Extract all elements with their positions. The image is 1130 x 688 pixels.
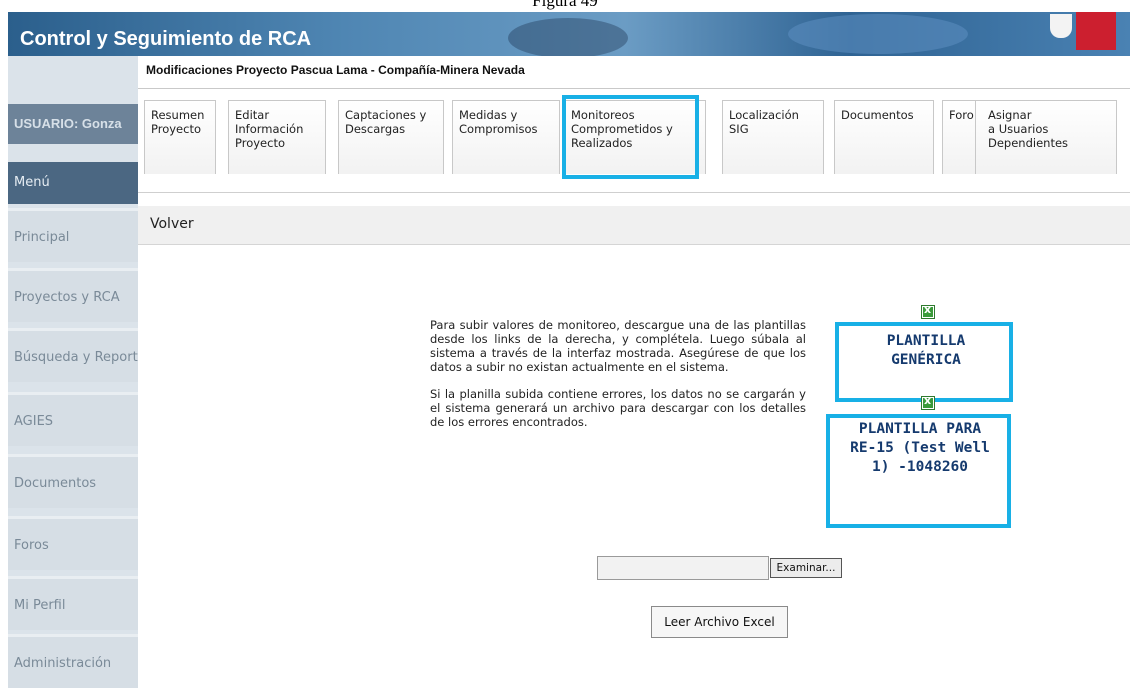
instructions-paragraph: Si la planilla subida contiene errores, … [430, 387, 806, 429]
instructions-paragraph: Para subir valores de monitoreo, descarg… [430, 318, 806, 374]
file-path-field[interactable] [597, 556, 769, 580]
user-label: USUARIO: Gonza [8, 104, 138, 144]
tab-asignar-usuarios[interactable]: Asignar a Usuarios Dependientes [975, 100, 1117, 174]
back-bar: Volver [138, 206, 1130, 245]
figure-caption: Figura 49 [532, 0, 598, 10]
sidebar-item-agies[interactable]: AGIES [8, 392, 138, 446]
back-link[interactable]: Volver [150, 216, 194, 232]
tab-highlight-box [562, 95, 699, 179]
modifications-window: Modificaciones Proyecto Pascua Lama - Co… [138, 56, 1130, 679]
tab-resumen-proyecto[interactable]: Resumen Proyecto [144, 100, 216, 174]
app-title: Control y Seguimiento de RCA [20, 28, 312, 50]
dga-logo-icon [1076, 12, 1116, 50]
sidebar-item-administracion[interactable]: Administración [8, 634, 138, 688]
read-excel-button[interactable]: Leer Archivo Excel [651, 606, 788, 638]
excel-icon[interactable] [921, 394, 935, 410]
upload-instructions: Para subir valores de monitoreo, descarg… [430, 318, 806, 442]
app-header: Control y Seguimiento de RCA [8, 12, 1130, 56]
sidebar: USUARIO: Gonza Menú Principal Proyectos … [8, 56, 138, 688]
sidebar-item-foros[interactable]: Foros [8, 516, 138, 570]
browse-button[interactable]: Examinar... [770, 558, 842, 578]
menu-header: Menú [8, 162, 138, 204]
government-logo [1034, 12, 1124, 52]
tab-documentos[interactable]: Documentos [834, 100, 934, 174]
sidebar-item-mi-perfil[interactable]: Mi Perfil [8, 576, 138, 630]
tab-localizacion-sig[interactable]: Localización SIG [722, 100, 824, 174]
coat-of-arms-icon [1050, 14, 1072, 38]
excel-icon[interactable] [921, 303, 935, 319]
sidebar-item-proyectos[interactable]: Proyectos y RCA [8, 268, 138, 322]
sidebar-item-busqueda[interactable]: Búsqueda y Reportes [8, 328, 138, 382]
re15-template-highlight [826, 414, 1011, 528]
tab-editar-informacion[interactable]: Editar Información Proyecto [228, 100, 326, 174]
tab-captaciones-descargas[interactable]: Captaciones y Descargas [338, 100, 444, 174]
window-title: Modificaciones Proyecto Pascua Lama - Co… [146, 63, 525, 77]
tab-medidas-compromisos[interactable]: Medidas y Compromisos [452, 100, 560, 174]
sidebar-item-principal[interactable]: Principal [8, 208, 138, 262]
generic-template-highlight [835, 322, 1013, 402]
sidebar-item-documentos[interactable]: Documentos [8, 454, 138, 508]
